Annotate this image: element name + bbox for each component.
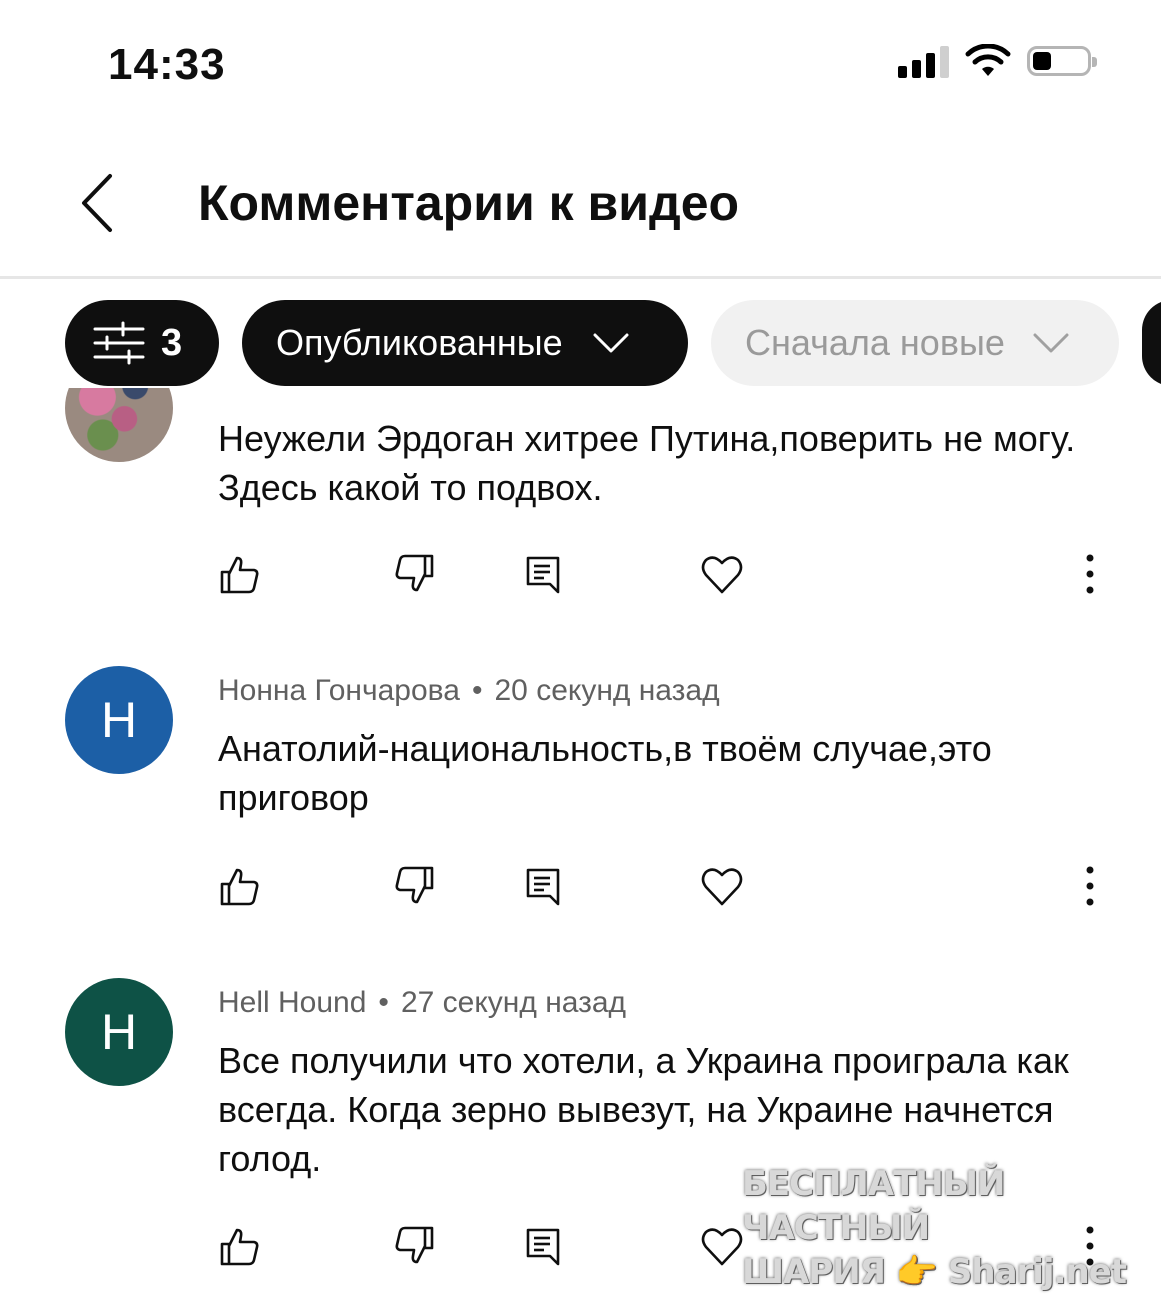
thumbs-down-icon [395,1226,434,1264]
thumbs-up-icon [220,556,259,594]
comment-item: Н Нонна Гончарова • 20 секунд назад Анатол… [0,666,1161,946]
page-title: Комментарии к видео [198,175,740,231]
like-button[interactable] [218,864,262,908]
wifi-icon [965,44,1011,76]
heart-icon [701,868,743,906]
comment-meta: Нонна Гончарова • 20 секунд назад [218,674,720,708]
comment-text: Неужели Эрдоган хитрее Путина,поверить н… [218,418,1076,508]
avatar-letter: Н [100,692,138,748]
filter-chip-bar: 3 Опубликованные Сначала новые [0,300,1161,388]
sort-label: Сначала новые [745,322,1005,363]
reply-button[interactable] [522,552,566,596]
status-bar: 14:33 [0,0,1161,120]
avatar[interactable]: H [65,978,173,1086]
thumbs-up-icon [220,868,259,906]
heart-button[interactable] [700,864,744,908]
dislike-button[interactable] [392,864,436,908]
heart-icon [701,556,743,594]
like-button[interactable] [218,552,262,596]
reply-comment-icon [526,868,560,906]
reply-comment-icon [526,556,560,594]
comment-actions [0,864,1161,914]
comment-time: 20 секунд назад [494,674,720,707]
battery-icon [1027,46,1097,76]
comment-text: Анатолий-национальность,в твоём случае,э… [218,728,992,818]
chevron-left-icon [82,174,112,232]
comment-author[interactable]: Hell Hound [218,986,366,1019]
more-vertical-icon [1086,866,1094,906]
filter-count: 3 [161,321,183,364]
heart-button[interactable] [700,1224,744,1268]
published-label: Опубликованные [276,322,563,363]
chevron-down-icon [593,333,629,353]
comment-author[interactable]: Нонна Гончарова [218,674,460,707]
separator-dot: • [378,986,389,1019]
avatar-letter: H [100,1004,138,1060]
heart-button[interactable] [700,552,744,596]
avatar[interactable]: Н [65,666,173,774]
published-dropdown[interactable]: Опубликованные [242,300,688,386]
cellular-signal-icon [898,44,949,78]
reply-comment-icon [526,1228,560,1266]
comment-actions [0,552,1161,602]
comment-meta: Hell Hound • 27 секунд назад [218,986,626,1020]
more-options-button[interactable] [1068,864,1112,908]
thumbs-down-icon [395,866,434,904]
chevron-down-icon [1033,333,1069,353]
back-button[interactable] [74,172,124,234]
more-options-button[interactable] [1068,552,1112,596]
watermark: БЕСПЛАТНЫЙ ЧАСТНЫЙ ШАРИЯ 👉 Sharij.net [742,1162,1137,1294]
watermark-line-2: ШАРИЯ 👉 Sharij.net [742,1252,1127,1292]
app-header: Комментарии к видео [0,130,1161,279]
separator-dot: • [471,674,483,707]
filters-chip[interactable]: 3 [65,300,219,386]
watermark-line-1: БЕСПЛАТНЫЙ ЧАСТНЫЙ [742,1164,1005,1248]
status-time: 14:33 [108,40,226,89]
sort-dropdown[interactable]: Сначала новые [711,300,1119,386]
thumbs-up-icon [220,1228,259,1266]
comment-item: Неужели Эрдоган хитрее Путина,поверить н… [0,388,1161,628]
heart-icon [701,1228,743,1266]
comment-text: Все получили что хотели, а Украина проиг… [218,1040,1069,1179]
more-vertical-icon [1086,554,1094,594]
dislike-button[interactable] [392,1224,436,1268]
more-filters-chip[interactable] [1142,300,1161,386]
like-button[interactable] [218,1224,262,1268]
sliders-icon [93,321,145,365]
clip-area [0,388,1161,408]
battery-level [1033,52,1051,70]
reply-button[interactable] [522,864,566,908]
status-icons [898,44,1097,78]
thumbs-down-icon [395,554,434,592]
reply-button[interactable] [522,1224,566,1268]
dislike-button[interactable] [392,552,436,596]
comment-time: 27 секунд назад [400,986,627,1019]
